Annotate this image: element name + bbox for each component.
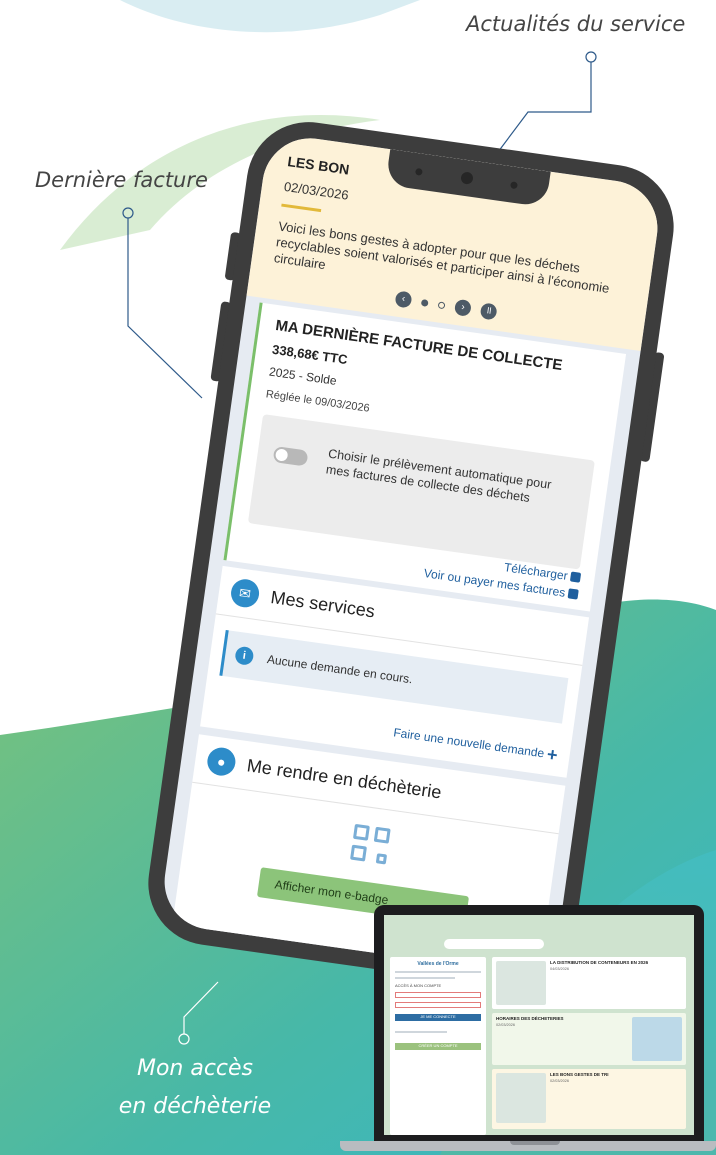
camera-dot	[414, 167, 423, 176]
callout-invoice: Dernière facture	[35, 168, 208, 192]
carousel-dot[interactable]	[437, 300, 446, 309]
toggle-knob	[274, 448, 289, 462]
invoice-card: MA DERNIÈRE FACTURE DE COLLECTE 338,68€ …	[223, 302, 627, 612]
laptop-email-field[interactable]	[395, 992, 481, 998]
auto-debit-toggle[interactable]	[272, 445, 309, 467]
pause-icon[interactable]: ॥	[479, 302, 498, 321]
download-icon	[569, 571, 582, 583]
laptop-base-notch	[510, 1141, 560, 1145]
qr-code-icon	[350, 823, 391, 865]
laptop-header-bar	[444, 939, 544, 949]
laptop-logo: Vallées de l'Orme	[417, 961, 459, 967]
laptop-login-panel: Vallées de l'Orme ACCÈS À MON COMPTE JE …	[390, 957, 486, 1135]
dechetterie-title: Me rendre en déchèterie	[245, 754, 443, 802]
text-line	[395, 977, 456, 979]
laptop-card-title: LA DISTRIBUTION DE CONTENEURS EN 2026	[550, 960, 649, 965]
news-thumbnail	[496, 961, 546, 1005]
laptop-mockup: Vallées de l'Orme ACCÈS À MON COMPTE JE …	[340, 905, 716, 1155]
services-empty-text: Aucune demande en cours.	[266, 652, 414, 687]
callout-access-line2: en déchèterie	[118, 1094, 272, 1119]
laptop-password-field[interactable]	[395, 1002, 481, 1008]
laptop-login-title: ACCÈS À MON COMPTE	[395, 983, 442, 988]
chevron-right-icon[interactable]: ›	[453, 298, 472, 317]
new-request-link[interactable]: Faire une nouvelle demande+	[392, 722, 559, 766]
text-line	[395, 1031, 447, 1033]
carousel-dot-active[interactable]	[420, 298, 429, 307]
new-request-label: Faire une nouvelle demande	[392, 725, 546, 761]
laptop-create-account-button[interactable]: CRÉER UN COMPTE	[395, 1043, 481, 1050]
plus-icon: +	[545, 743, 559, 766]
auto-debit-label: Choisir le prélèvement automatique pour …	[325, 446, 553, 505]
services-title: Mes services	[269, 586, 377, 621]
laptop-news-card: LA DISTRIBUTION DE CONTENEURS EN 2026 04…	[492, 957, 686, 1009]
laptop-login-button[interactable]: JE ME CONNECTE	[395, 1014, 481, 1021]
callout-news: Actualités du service	[466, 12, 686, 36]
camera-lens	[460, 171, 474, 185]
info-icon: i	[234, 645, 255, 666]
laptop-card-date: 04/03/2026	[550, 967, 570, 971]
chat-icon: ✉	[229, 577, 261, 610]
text-line	[395, 971, 481, 973]
callout-access: Mon accès en déchèterie	[100, 1050, 290, 1126]
laptop-card-date: 02/03/2026	[550, 1079, 570, 1083]
sensor-dot	[510, 181, 518, 190]
laptop-base	[340, 1141, 716, 1151]
qr-square	[373, 826, 391, 844]
qr-square	[352, 823, 370, 841]
laptop-news-card: HORAIRES DES DÉCHETERIES 02/03/2026	[492, 1013, 686, 1065]
invoice-icon	[567, 588, 579, 600]
news-thumbnail	[496, 1073, 546, 1123]
laptop-screen: Vallées de l'Orme ACCÈS À MON COMPTE JE …	[384, 915, 694, 1135]
qr-square	[350, 844, 367, 862]
laptop-card-title: LES BONS GESTES DE TRI	[550, 1072, 609, 1077]
chevron-left-icon[interactable]: ‹	[394, 290, 413, 309]
laptop-news-card: LES BONS GESTES DE TRI 02/03/2026	[492, 1069, 686, 1129]
location-pin-icon: ●	[205, 745, 238, 778]
news-thumbnail	[632, 1017, 682, 1061]
laptop-lid: Vallées de l'Orme ACCÈS À MON COMPTE JE …	[374, 905, 704, 1143]
callout-access-line1: Mon accès	[136, 1056, 254, 1081]
qr-square	[375, 853, 388, 865]
news-divider	[281, 203, 322, 213]
